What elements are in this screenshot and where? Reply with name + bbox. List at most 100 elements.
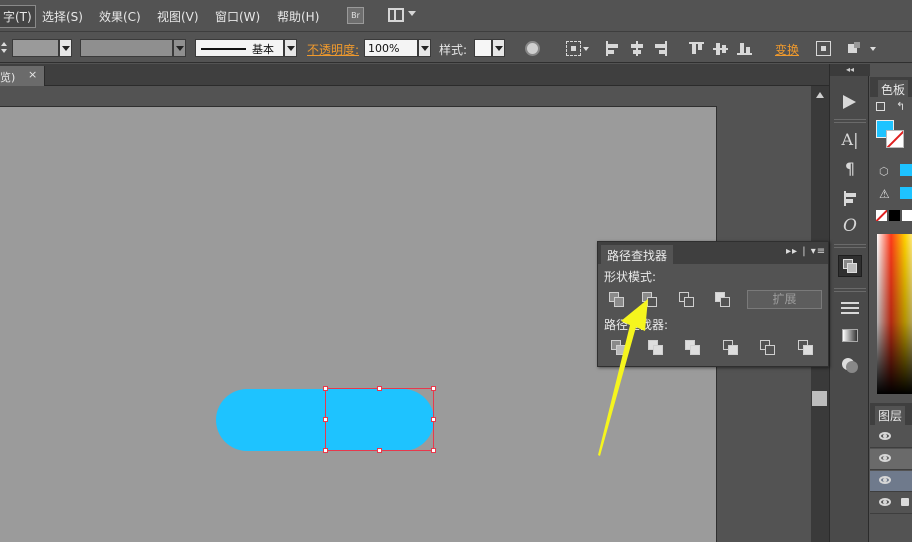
menu-effect[interactable]: 效果(C) — [99, 8, 141, 25]
selection-handle[interactable] — [323, 417, 328, 422]
style-dropdown[interactable] — [492, 39, 505, 57]
menu-type[interactable]: 字(T) — [0, 5, 36, 28]
collapse-dock-icon[interactable]: ◂◂ — [830, 64, 870, 76]
opacity-dropdown[interactable] — [418, 39, 431, 57]
menu-bar: 字(T) 选择(S) 效果(C) 视图(V) 窗口(W) 帮助(H) Br — [0, 0, 912, 32]
menu-select[interactable]: 选择(S) — [42, 8, 83, 25]
shape-modes-label: 形状模式: — [604, 270, 657, 284]
swatches-tab-header: 色板 — [870, 77, 912, 99]
panel-options-icon[interactable] — [847, 41, 862, 56]
align-right-icon[interactable] — [653, 41, 668, 56]
selection-handle[interactable] — [431, 386, 436, 391]
chevron-down-icon[interactable] — [583, 47, 589, 51]
stroke-weight-field[interactable] — [12, 39, 59, 57]
align-top-icon[interactable] — [689, 41, 704, 56]
brush-definition-field[interactable]: 基本 — [195, 39, 284, 57]
eye-icon[interactable] — [879, 498, 891, 506]
stroke-preview — [201, 48, 246, 50]
align-bottom-icon[interactable] — [737, 41, 752, 56]
eye-icon[interactable] — [879, 432, 891, 440]
align-center-vertical-icon[interactable] — [713, 41, 728, 56]
dock-separator — [834, 288, 866, 292]
opacity-link[interactable]: 不透明度: — [307, 41, 359, 58]
variable-width-field[interactable] — [80, 39, 173, 57]
selection-handle[interactable] — [377, 386, 382, 391]
opacity-field[interactable]: 100% — [364, 39, 418, 57]
layer-row[interactable] — [870, 427, 912, 448]
merge-icon[interactable] — [685, 340, 701, 356]
white-color-swatch[interactable] — [902, 210, 912, 221]
recolor-icon[interactable] — [525, 41, 540, 56]
outline-icon[interactable] — [760, 340, 776, 356]
layer-row[interactable] — [870, 493, 912, 514]
stroke-color-swatch[interactable] — [886, 130, 904, 148]
align-left-icon[interactable] — [605, 41, 620, 56]
swap-colors-icon[interactable]: ↰ — [896, 100, 905, 113]
document-tab[interactable]: 览) × — [0, 66, 45, 86]
pathfinder-header: 路径查找器 ▸▸ | ▾≡ — [598, 242, 828, 264]
bridge-button[interactable]: Br — [347, 7, 364, 24]
stroke-panel-icon[interactable] — [838, 297, 862, 319]
chevron-down-icon[interactable] — [408, 11, 416, 16]
color-spectrum[interactable] — [877, 234, 912, 394]
swatch-cyan-2[interactable] — [900, 187, 912, 199]
align-to-selection-icon[interactable] — [566, 41, 581, 56]
document-tab-label: 览) — [0, 71, 16, 84]
none-color-icon[interactable] — [876, 210, 887, 221]
black-color-swatch[interactable] — [889, 210, 900, 221]
intersect-icon[interactable] — [679, 292, 695, 308]
gradient-panel-icon[interactable] — [838, 325, 862, 347]
scroll-up-icon[interactable] — [816, 92, 824, 98]
crop-icon[interactable] — [723, 340, 739, 356]
character-panel-icon[interactable]: A| — [838, 130, 862, 152]
dock-separator — [834, 119, 866, 123]
arrange-documents-icon[interactable] — [388, 8, 404, 22]
cube-icon: ⬡ — [879, 165, 889, 178]
actions-play-icon[interactable] — [838, 91, 862, 113]
align-panel-icon[interactable] — [838, 188, 862, 210]
panel-menu-icon[interactable]: ▸▸ | ▾≡ — [786, 246, 826, 257]
layers-tab[interactable]: 图层 — [875, 406, 906, 425]
isolate-icon[interactable] — [816, 41, 831, 56]
swatch-cyan[interactable] — [900, 164, 912, 176]
opentype-panel-icon[interactable]: O — [838, 216, 862, 238]
selection-bounding-box[interactable] — [323, 386, 436, 453]
exclude-icon[interactable] — [715, 292, 731, 308]
transparency-panel-icon[interactable] — [838, 354, 862, 376]
paragraph-panel-icon[interactable]: ¶ — [838, 159, 862, 181]
control-bar: 基本 不透明度: 100% 样式: 变换 — [0, 33, 912, 63]
layers-tab-header: 图层 — [870, 403, 912, 425]
pathfinder-title[interactable]: 路径查找器 — [601, 245, 674, 264]
color-swatches-panel: 色板 ↰ ⬡ ⚠ 图层 — [870, 64, 912, 542]
selection-handle[interactable] — [323, 448, 328, 453]
stepper-icon[interactable] — [1, 42, 7, 54]
selection-handle[interactable] — [431, 448, 436, 453]
selection-handle[interactable] — [431, 417, 436, 422]
swatches-tab[interactable]: 色板 — [878, 80, 909, 99]
eye-icon[interactable] — [879, 454, 891, 462]
stroke-weight-dropdown[interactable] — [59, 39, 72, 57]
layer-row[interactable] — [870, 449, 912, 470]
dock-separator — [834, 244, 866, 248]
scroll-thumb[interactable] — [812, 391, 827, 406]
menu-view[interactable]: 视图(V) — [157, 8, 199, 25]
transform-link[interactable]: 变换 — [775, 41, 799, 58]
eye-icon[interactable] — [879, 476, 891, 484]
close-icon[interactable]: × — [28, 68, 37, 81]
menu-help[interactable]: 帮助(H) — [277, 8, 319, 25]
chevron-down-icon[interactable] — [870, 47, 876, 51]
brush-dropdown[interactable] — [284, 39, 297, 57]
minus-back-icon[interactable] — [798, 340, 814, 356]
pathfinder-panel-icon[interactable] — [838, 255, 862, 277]
variable-width-dropdown[interactable] — [173, 39, 186, 57]
align-center-horizontal-icon[interactable] — [629, 41, 644, 56]
annotation-arrow — [598, 299, 648, 456]
lock-icon[interactable] — [901, 498, 909, 506]
graphic-style-swatch[interactable] — [474, 39, 492, 57]
default-colors-icon[interactable] — [876, 102, 885, 111]
layer-row[interactable] — [870, 471, 912, 492]
expand-button[interactable]: 扩展 — [747, 290, 822, 309]
menu-window[interactable]: 窗口(W) — [215, 8, 260, 25]
selection-handle[interactable] — [323, 386, 328, 391]
selection-handle[interactable] — [377, 448, 382, 453]
